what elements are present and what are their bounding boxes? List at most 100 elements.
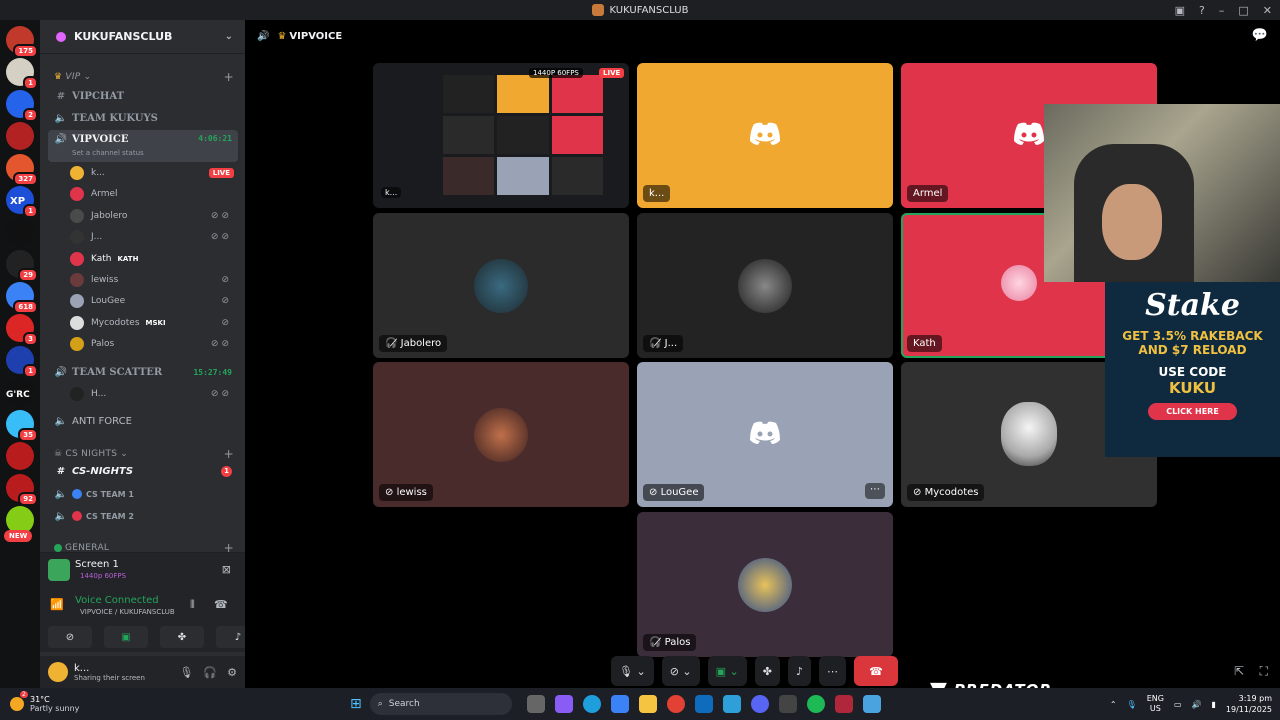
participant-tile[interactable]: 🎧̸ Jabolero xyxy=(373,213,629,358)
popout-icon[interactable]: ⇱ xyxy=(1234,664,1244,678)
sponsor-ad[interactable]: Stake GET 3.5% RAKEBACK AND $7 RELOAD US… xyxy=(1105,282,1280,457)
server-icon[interactable]: 1 xyxy=(6,346,38,378)
battery-icon[interactable]: ▮ xyxy=(1211,700,1215,709)
voice-user[interactable]: Armel xyxy=(70,185,238,203)
activities-button[interactable]: ✤ xyxy=(754,656,780,686)
server-icon[interactable]: 29 xyxy=(6,250,38,282)
avatar xyxy=(70,166,84,180)
channel-team-scatter[interactable]: 🔊 TEAM SCATTER 15:27:49 xyxy=(48,362,238,382)
chrome-icon[interactable] xyxy=(666,695,685,713)
channel-team-kukuys[interactable]: 🔈 TEAM KUKUYS xyxy=(48,108,238,128)
spotify-icon[interactable] xyxy=(806,695,825,713)
channel-vipchat[interactable]: # VIPCHAT xyxy=(48,86,238,106)
screen-share-button[interactable]: ▣ xyxy=(104,626,148,648)
minimize-button[interactable]: – xyxy=(1219,4,1225,17)
voice-user[interactable]: Mycodotes MSKI ⊘ xyxy=(70,314,238,332)
disconnect-button[interactable]: ☎ xyxy=(853,656,898,686)
server-icon[interactable]: 327 xyxy=(6,154,38,186)
stop-stream-icon[interactable]: ⊠ xyxy=(222,563,231,576)
server-icon[interactable]: 3 xyxy=(6,314,38,346)
copilot-icon[interactable] xyxy=(554,695,573,713)
discord-icon[interactable] xyxy=(750,695,769,713)
participant-tile[interactable]: 🎧̸ Palos xyxy=(637,512,893,657)
category-vip[interactable]: ♛ VIP ⌄ + xyxy=(54,70,234,84)
edge-icon[interactable] xyxy=(582,695,601,713)
screen-share-tile[interactable]: 1440P 60FPS LIVE k... xyxy=(373,63,629,208)
disconnect-icon[interactable]: ☎ xyxy=(214,598,228,611)
channel-status-prompt[interactable]: Set a channel status xyxy=(72,149,144,157)
voice-user[interactable]: Palos ⊘⊘ xyxy=(70,335,238,353)
task-view-icon[interactable] xyxy=(526,695,545,713)
voice-user[interactable]: H... ⊘⊘ xyxy=(70,385,238,403)
ad-cta-button[interactable]: CLICK HERE xyxy=(1148,403,1237,420)
server-icon[interactable]: 618 xyxy=(6,282,38,314)
language-indicator[interactable]: ENG US xyxy=(1147,694,1164,714)
screen-share-button[interactable]: ▣ ⌄ xyxy=(707,656,747,686)
voice-location[interactable]: VIPVOICE / KUKUFANSCLUB xyxy=(80,608,175,616)
avatar[interactable] xyxy=(48,662,68,682)
server-icon[interactable]: 1 xyxy=(6,58,38,90)
voice-user[interactable]: LouGee ⊘ xyxy=(70,292,238,310)
voice-user[interactable]: Jabolero ⊘⊘ xyxy=(70,207,238,225)
voice-user[interactable]: Kath KATH xyxy=(70,250,238,268)
server-label-xp[interactable]: XP xyxy=(10,196,25,207)
participant-tile[interactable]: k... xyxy=(637,63,893,208)
more-button[interactable]: ⋯ xyxy=(818,656,846,686)
category-cs-nights[interactable]: ☠ CS NIGHTS ⌄ + xyxy=(54,447,234,461)
server-icon[interactable]: 35 xyxy=(6,410,38,442)
noise-suppression-icon[interactable]: ⦀ xyxy=(190,598,195,612)
volume-icon[interactable]: 🔊 xyxy=(1192,700,1202,709)
fullscreen-icon[interactable]: ⛶ xyxy=(1260,664,1268,679)
microphone-icon[interactable]: 🎙 xyxy=(1127,700,1137,709)
network-icon[interactable]: ▭ xyxy=(1174,700,1182,709)
participant-tile[interactable]: ⊘ lewiss xyxy=(373,362,629,507)
microphone-button[interactable]: 🎙 ⌄ xyxy=(611,656,654,686)
user-info[interactable]: k... Sharing their screen xyxy=(74,663,145,682)
server-icon[interactable]: 175 xyxy=(6,26,38,58)
outlook-icon[interactable] xyxy=(694,695,713,713)
help-icon[interactable]: ? xyxy=(1199,4,1205,17)
chevron-up-icon[interactable]: ⌃ xyxy=(1110,700,1117,709)
create-channel-icon[interactable]: + xyxy=(224,70,234,84)
channel-vipvoice[interactable]: 🔊 VIPVOICE 4:06:21 Set a channel status xyxy=(48,130,238,162)
maximize-button[interactable]: □ xyxy=(1238,4,1248,17)
notepad-icon[interactable] xyxy=(862,695,881,713)
create-channel-icon[interactable]: + xyxy=(224,447,234,461)
server-header[interactable]: KUKUFANSCLUB ⌄ xyxy=(40,20,245,54)
channel-anti-force[interactable]: 🔈 ANTI FORCE xyxy=(48,411,238,431)
more-options-button[interactable]: ⋯ xyxy=(865,483,885,499)
app-icon[interactable] xyxy=(778,695,797,713)
participant-tile[interactable]: 🎧̸ J... xyxy=(637,213,893,358)
gear-icon[interactable]: ⚙ xyxy=(227,666,237,679)
soundboard-button[interactable]: ♪ xyxy=(787,656,811,686)
camera-button[interactable]: ⊘ ⌄ xyxy=(661,656,700,686)
server-label-grc[interactable]: G'RC xyxy=(6,390,30,400)
voice-user[interactable]: lewiss ⊘ xyxy=(70,271,238,289)
store-icon[interactable] xyxy=(610,695,629,713)
channel-cs-team-2[interactable]: 🔈 CS TEAM 2 xyxy=(48,506,238,526)
server-icon[interactable] xyxy=(6,122,34,150)
weather-widget[interactable]: 2 31°C Partly sunny xyxy=(0,691,320,713)
voice-user[interactable]: k... LIVE xyxy=(70,164,238,182)
voice-user[interactable]: J... ⊘⊘ xyxy=(70,228,238,246)
windows-start-icon[interactable]: ⊞ xyxy=(350,696,362,712)
server-icon[interactable]: 2 xyxy=(6,90,38,122)
server-icon[interactable] xyxy=(6,218,34,246)
microphone-icon[interactable]: 🎙 xyxy=(179,666,193,679)
activities-button[interactable]: ✤ xyxy=(160,626,204,648)
server-icon[interactable]: 92 xyxy=(6,474,38,506)
participant-tile[interactable]: ⊘ LouGee ⋯ xyxy=(637,362,893,507)
channel-cs-team-1[interactable]: 🔈 CS TEAM 1 xyxy=(48,484,238,504)
file-explorer-icon[interactable] xyxy=(638,695,657,713)
app-icon[interactable] xyxy=(834,695,853,713)
camera-off-button[interactable]: ⊘ xyxy=(48,626,92,648)
close-button[interactable]: ✕ xyxy=(1263,4,1272,17)
clock[interactable]: 3:19 pm 19/11/2025 xyxy=(1226,693,1272,715)
server-icon[interactable] xyxy=(6,442,34,470)
headphones-icon[interactable]: 🎧 xyxy=(203,666,217,679)
app-icon[interactable] xyxy=(722,695,741,713)
inbox-icon[interactable]: ▣ xyxy=(1175,4,1185,17)
channel-cs-nights[interactable]: # CS-NIGHTS 1 xyxy=(48,461,238,481)
chat-icon[interactable]: 💬 xyxy=(1252,28,1268,43)
taskbar-search[interactable]: ⌕ Search xyxy=(369,693,512,715)
